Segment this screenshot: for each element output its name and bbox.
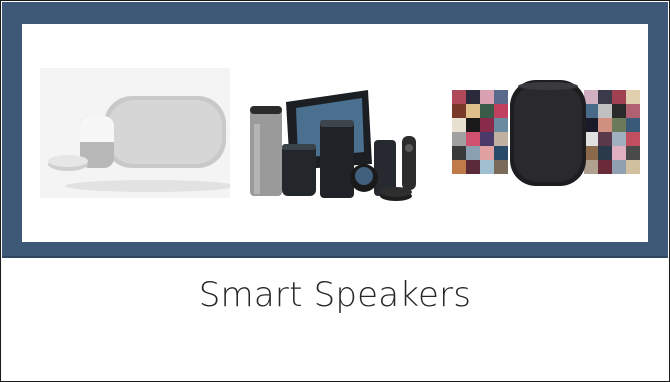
slide: Smart Speakers — [0, 0, 670, 382]
apple-homepod-speaker-image — [452, 80, 640, 186]
amazon-echo-speakers-image — [250, 90, 416, 201]
product-photo-strip — [22, 24, 648, 242]
google-home-speakers-image — [40, 68, 230, 198]
slide-caption: Smart Speakers — [198, 275, 472, 315]
image-banner — [2, 2, 668, 258]
